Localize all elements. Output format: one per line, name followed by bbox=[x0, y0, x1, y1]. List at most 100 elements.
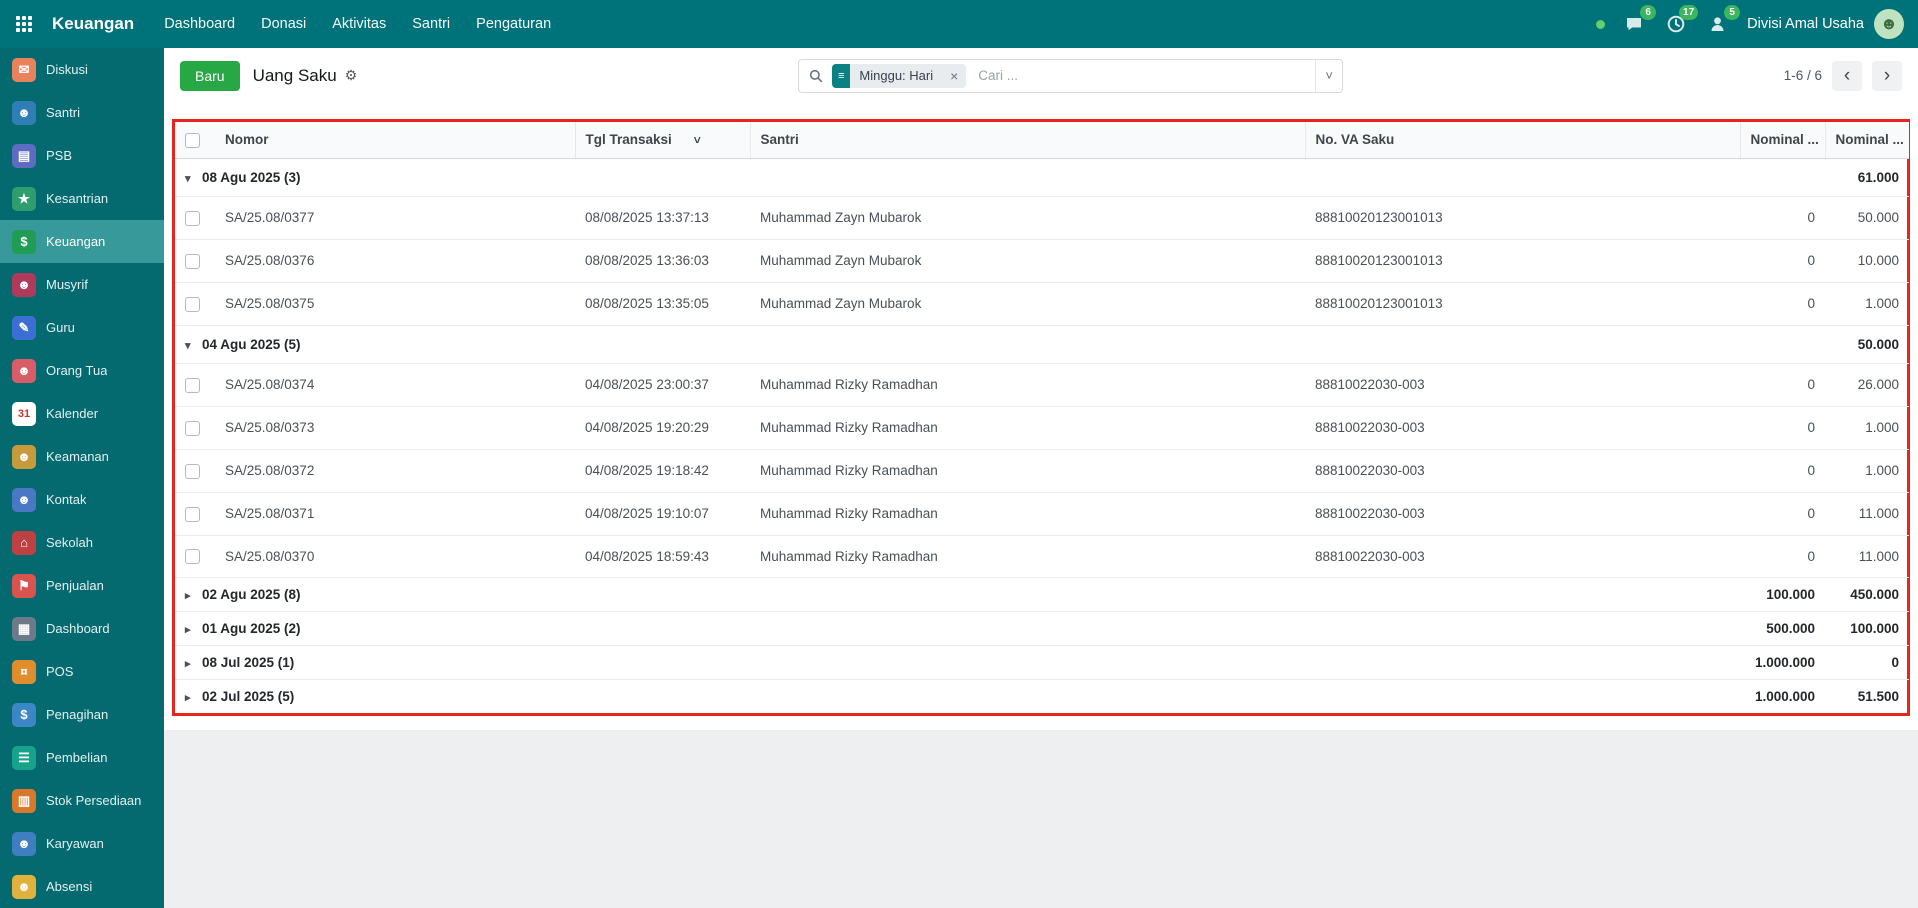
cell-santri: Muhammad Rizky Ramadhan bbox=[750, 449, 1305, 492]
nav-menu-santri[interactable]: Santri bbox=[412, 16, 450, 32]
row-checkbox[interactable] bbox=[185, 378, 200, 393]
row-checkbox[interactable] bbox=[185, 507, 200, 522]
select-all-checkbox[interactable] bbox=[185, 133, 200, 148]
row-checkbox[interactable] bbox=[185, 211, 200, 226]
sidebar-item-pembelian[interactable]: ☰Pembelian bbox=[0, 736, 164, 779]
row-checkbox[interactable] bbox=[185, 549, 200, 564]
cell-no-va-saku: 88810022030-003 bbox=[1305, 449, 1740, 492]
sidebar-item-psb[interactable]: ▤PSB bbox=[0, 134, 164, 177]
sidebar-item-karyawan[interactable]: ☻Karyawan bbox=[0, 822, 164, 865]
column-header-nominal-5[interactable]: Nominal ... bbox=[1825, 122, 1909, 158]
row-checkbox[interactable] bbox=[185, 421, 200, 436]
sidebar-item-label: Stok Persediaan bbox=[46, 793, 141, 808]
sidebar-item-label: Sekolah bbox=[46, 535, 93, 550]
security-icon: ☻ bbox=[12, 445, 36, 469]
column-header-santri-2[interactable]: Santri bbox=[750, 122, 1305, 158]
apps-menu-button[interactable] bbox=[0, 0, 48, 48]
table-header-row: NomorTgl Transaksi˅Santri No. VA Saku Nomi… bbox=[175, 122, 1909, 158]
sidebar-item-keamanan[interactable]: ☻Keamanan bbox=[0, 435, 164, 478]
pager-previous-button[interactable]: ‹ bbox=[1832, 61, 1862, 91]
app-brand[interactable]: Keuangan bbox=[52, 14, 134, 34]
group-label-cell: ▾08 Agu 2025 (3) bbox=[175, 158, 1740, 196]
column-header-tgl-transaksi-1[interactable]: Tgl Transaksi˅ bbox=[575, 122, 750, 158]
table-row[interactable]: SA/25.08/037608/08/2025 13:36:03Muhammad… bbox=[175, 239, 1909, 282]
group-row[interactable]: ▸01 Agu 2025 (2)500.000100.000 bbox=[175, 612, 1909, 646]
expand-caret-icon: ▸ bbox=[185, 657, 202, 670]
table-row[interactable]: SA/25.08/037304/08/2025 19:20:29Muhammad… bbox=[175, 406, 1909, 449]
group-label: 08 Agu 2025 (3) bbox=[202, 170, 301, 185]
nav-menu-donasi[interactable]: Donasi bbox=[261, 16, 306, 32]
sidebar-item-keuangan[interactable]: $Keuangan bbox=[0, 220, 164, 263]
sidebar-item-santri[interactable]: ☻Santri bbox=[0, 91, 164, 134]
column-label: Nominal ... bbox=[1836, 132, 1904, 147]
cell-tgl-transaksi: 04/08/2025 19:10:07 bbox=[575, 492, 750, 535]
nav-menu-aktivitas[interactable]: Aktivitas bbox=[332, 16, 386, 32]
cell-nominal-1: 0 bbox=[1740, 363, 1825, 406]
row-checkbox[interactable] bbox=[185, 297, 200, 312]
sidebar-item-orang-tua[interactable]: ☻Orang Tua bbox=[0, 349, 164, 392]
gear-icon[interactable]: ⚙ bbox=[345, 67, 358, 84]
cell-tgl-transaksi: 04/08/2025 23:00:37 bbox=[575, 363, 750, 406]
records-table: NomorTgl Transaksi˅Santri No. VA Saku Nomi… bbox=[175, 122, 1909, 713]
nav-menu-dashboard[interactable]: Dashboard bbox=[164, 16, 235, 32]
row-checkbox[interactable] bbox=[185, 254, 200, 269]
group-label-cell: ▸02 Agu 2025 (8) bbox=[175, 578, 1740, 612]
group-row[interactable]: ▸02 Jul 2025 (5)1.000.00051.500 bbox=[175, 680, 1909, 714]
cell-santri: Muhammad Rizky Ramadhan bbox=[750, 406, 1305, 449]
activities-button[interactable]: 17 bbox=[1663, 11, 1689, 37]
sidebar-item-musyrif[interactable]: ☻Musyrif bbox=[0, 263, 164, 306]
cell-no-va-saku: 88810020123001013 bbox=[1305, 196, 1740, 239]
cell-santri: Muhammad Zayn Mubarok bbox=[750, 196, 1305, 239]
search-input[interactable] bbox=[976, 67, 1315, 84]
row-checkbox-cell bbox=[175, 406, 215, 449]
sidebar-item-penagihan[interactable]: $Penagihan bbox=[0, 693, 164, 736]
billing-icon: $ bbox=[12, 703, 36, 727]
table-row[interactable]: SA/25.08/037404/08/2025 23:00:37Muhammad… bbox=[175, 363, 1909, 406]
sidebar-item-absensi[interactable]: ☻Absensi bbox=[0, 865, 164, 908]
sidebar-item-dashboard[interactable]: ▦Dashboard bbox=[0, 607, 164, 650]
table-row[interactable]: SA/25.08/037004/08/2025 18:59:43Muhammad… bbox=[175, 535, 1909, 578]
sidebar-item-diskusi[interactable]: ✉Diskusi bbox=[0, 48, 164, 91]
row-checkbox[interactable] bbox=[185, 464, 200, 479]
nav-menu-pengaturan[interactable]: Pengaturan bbox=[476, 16, 551, 32]
messages-button[interactable]: 6 bbox=[1621, 11, 1647, 37]
sidebar-item-kesantrian[interactable]: ★Kesantrian bbox=[0, 177, 164, 220]
cell-nominal-1: 0 bbox=[1740, 282, 1825, 325]
search-facet[interactable]: ≡ Minggu: Hari × bbox=[832, 64, 966, 88]
sidebar-item-kontak[interactable]: ☻Kontak bbox=[0, 478, 164, 521]
group-row[interactable]: ▾08 Agu 2025 (3) 61.000 bbox=[175, 158, 1909, 196]
column-header-no-va-saku-3[interactable]: No. VA Saku bbox=[1305, 122, 1740, 158]
group-sum-nominal-1: 1.000.000 bbox=[1740, 680, 1825, 714]
group-row[interactable]: ▾04 Agu 2025 (5)50.000 bbox=[175, 325, 1909, 363]
column-header-nomor-0[interactable]: Nomor bbox=[215, 122, 575, 158]
search-dropdown-toggle[interactable]: ˅ bbox=[1315, 60, 1342, 92]
sidebar-item-stok-persediaan[interactable]: ▥Stok Persediaan bbox=[0, 779, 164, 822]
group-row[interactable]: ▸02 Agu 2025 (8)100.000450.000 bbox=[175, 578, 1909, 612]
table-row[interactable]: SA/25.08/037708/08/2025 13:37:13Muhammad… bbox=[175, 196, 1909, 239]
group-sum-nominal-2: 0 bbox=[1825, 646, 1909, 680]
requests-button[interactable]: 5 bbox=[1705, 11, 1731, 37]
dashboard-icon: ▦ bbox=[12, 617, 36, 641]
collapse-caret-icon: ▾ bbox=[185, 339, 202, 352]
requests-badge: 5 bbox=[1724, 5, 1740, 20]
sidebar-item-sekolah[interactable]: ⌂Sekolah bbox=[0, 521, 164, 564]
table-row[interactable]: SA/25.08/037508/08/2025 13:35:05Muhammad… bbox=[175, 282, 1909, 325]
sidebar-item-kalender[interactable]: 31Kalender bbox=[0, 392, 164, 435]
table-row[interactable]: SA/25.08/037204/08/2025 19:18:42Muhammad… bbox=[175, 449, 1909, 492]
column-label: No. VA Saku bbox=[1316, 132, 1395, 147]
table-row[interactable]: SA/25.08/037104/08/2025 19:10:07Muhammad… bbox=[175, 492, 1909, 535]
column-header-nominal-4[interactable]: Nominal ... bbox=[1740, 122, 1825, 158]
sidebar-item-label: Absensi bbox=[46, 879, 92, 894]
group-sum-nominal-2: 61.000 bbox=[1825, 158, 1909, 196]
facet-close-icon[interactable]: × bbox=[942, 64, 966, 88]
registration-icon: ▤ bbox=[12, 144, 36, 168]
pager-next-button[interactable]: › bbox=[1872, 61, 1902, 91]
sidebar-item-penjualan[interactable]: ⚑Penjualan bbox=[0, 564, 164, 607]
user-menu[interactable]: Divisi Amal Usaha ☻ bbox=[1747, 9, 1904, 39]
sidebar-item-label: Orang Tua bbox=[46, 363, 107, 378]
new-record-button[interactable]: Baru bbox=[180, 61, 240, 91]
sidebar-item-guru[interactable]: ✎Guru bbox=[0, 306, 164, 349]
main-area: Baru Uang Saku ⚙ ≡ Minggu: Hari × ˅ 1-6 … bbox=[164, 48, 1918, 908]
sidebar-item-pos[interactable]: ¤POS bbox=[0, 650, 164, 693]
group-row[interactable]: ▸08 Jul 2025 (1)1.000.0000 bbox=[175, 646, 1909, 680]
